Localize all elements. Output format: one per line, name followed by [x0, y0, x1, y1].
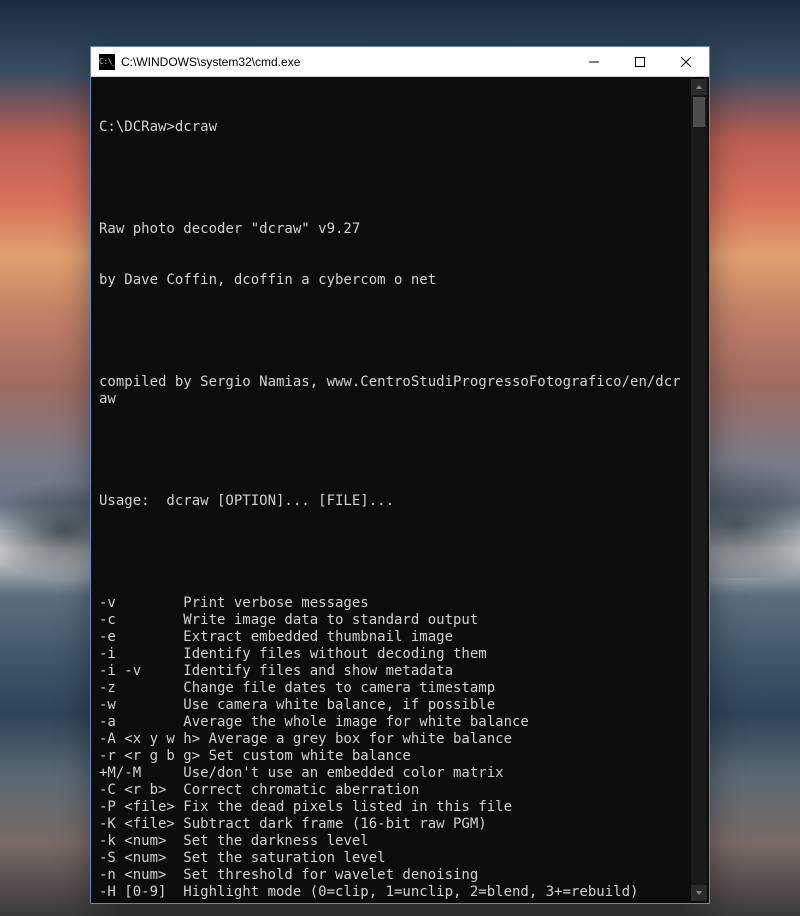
scrollbar[interactable]	[691, 79, 707, 901]
blank-line	[99, 442, 687, 459]
option-line: -w Use camera white balance, if possible	[99, 697, 687, 714]
option-line: -k <num> Set the darkness level	[99, 833, 687, 850]
prompt-line: C:\DCRaw>dcraw	[99, 119, 687, 136]
option-line: -A <x y w h> Average a grey box for whit…	[99, 731, 687, 748]
scroll-down-button[interactable]	[691, 885, 707, 901]
option-line: -n <num> Set threshold for wavelet denoi…	[99, 867, 687, 884]
scroll-thumb[interactable]	[693, 97, 705, 127]
option-line: -P <file> Fix the dead pixels listed in …	[99, 799, 687, 816]
window-controls	[571, 47, 709, 76]
option-line: -r <r g b g> Set custom white balance	[99, 748, 687, 765]
option-line: -i -v Identify files and show metadata	[99, 663, 687, 680]
option-line: -S <num> Set the saturation level	[99, 850, 687, 867]
option-line: -i Identify files without decoding them	[99, 646, 687, 663]
option-line: +M/-M Use/don't use an embedded color ma…	[99, 765, 687, 782]
terminal-output[interactable]: C:\DCRaw>dcraw Raw photo decoder "dcraw"…	[93, 79, 691, 901]
header-line: Raw photo decoder "dcraw" v9.27	[99, 221, 687, 238]
blank-line	[99, 544, 687, 561]
option-line: -K <file> Subtract dark frame (16-bit ra…	[99, 816, 687, 833]
option-line: -e Extract embedded thumbnail image	[99, 629, 687, 646]
option-line: -v Print verbose messages	[99, 595, 687, 612]
blank-line	[99, 170, 687, 187]
maximize-button[interactable]	[617, 47, 663, 76]
window-title: C:\WINDOWS\system32\cmd.exe	[121, 55, 571, 69]
compiled-line: compiled by Sergio Namias, www.CentroStu…	[99, 374, 687, 408]
blank-line	[99, 323, 687, 340]
titlebar[interactable]: C:\WINDOWS\system32\cmd.exe	[91, 47, 709, 77]
usage-line: Usage: dcraw [OPTION]... [FILE]...	[99, 493, 687, 510]
close-button[interactable]	[663, 47, 709, 76]
option-line: -H [0-9] Highlight mode (0=clip, 1=uncli…	[99, 884, 687, 901]
option-line: -c Write image data to standard output	[99, 612, 687, 629]
option-line: -z Change file dates to camera timestamp	[99, 680, 687, 697]
minimize-button[interactable]	[571, 47, 617, 76]
option-line: -C <r b> Correct chromatic aberration	[99, 782, 687, 799]
header-line: by Dave Coffin, dcoffin a cybercom o net	[99, 272, 687, 289]
option-line: -a Average the whole image for white bal…	[99, 714, 687, 731]
terminal-area: C:\DCRaw>dcraw Raw photo decoder "dcraw"…	[91, 77, 709, 903]
cmd-window: C:\WINDOWS\system32\cmd.exe C:\DCRaw>dcr…	[90, 46, 710, 904]
scroll-up-button[interactable]	[691, 79, 707, 95]
cmd-icon	[99, 54, 115, 70]
